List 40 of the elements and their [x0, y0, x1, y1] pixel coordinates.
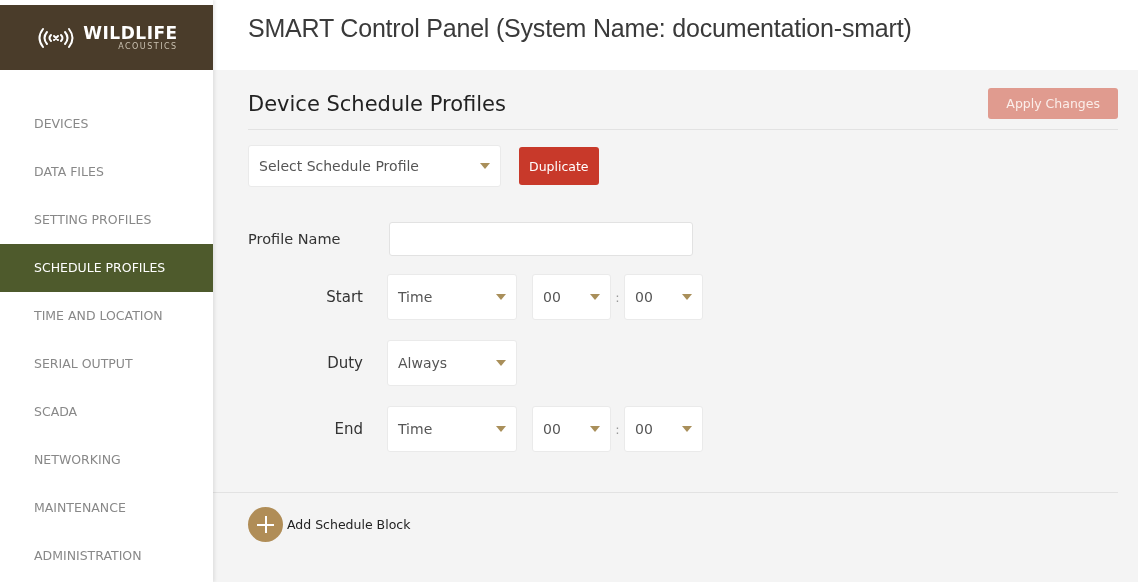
- caret-icon: [496, 360, 506, 366]
- mode-select[interactable]: Time: [387, 274, 517, 320]
- page-title: SMART Control Panel (System Name: documentation-smart): [248, 14, 913, 43]
- field-label: Profile Name: [248, 231, 342, 247]
- sidebar-item[interactable]: SETTING PROFILES: [0, 196, 213, 244]
- sidebar-item[interactable]: DEVICES: [0, 100, 213, 148]
- brand-tagline: ACOUSTICS: [118, 42, 178, 51]
- minute-select[interactable]: 00: [624, 274, 703, 320]
- caret-icon: [590, 426, 600, 432]
- mode-select[interactable]: Time: [387, 406, 517, 452]
- add-icon[interactable]: [248, 507, 283, 542]
- caret-icon: [682, 426, 692, 432]
- caret-icon: [480, 163, 490, 169]
- brand-name: WILDLIFE: [83, 24, 178, 42]
- sidebar-item[interactable]: DATA FILES: [0, 148, 213, 196]
- field-label: Duty: [326, 354, 364, 372]
- minute-select[interactable]: 00: [624, 406, 703, 452]
- section-heading: Device Schedule Profiles: [248, 91, 506, 116]
- caret-icon: [496, 426, 506, 432]
- caret-icon: [496, 294, 506, 300]
- sidebar-item[interactable]: MAINTENANCE: [0, 484, 213, 532]
- caret-icon: [682, 294, 692, 300]
- mode-select[interactable]: Always: [387, 340, 517, 386]
- time-separator: :: [614, 289, 621, 305]
- hour-select[interactable]: 00: [532, 406, 611, 452]
- profile-select[interactable]: Select Schedule Profile: [248, 145, 501, 187]
- field-label: End: [333, 420, 364, 438]
- sidebar-item[interactable]: SERIAL OUTPUT: [0, 340, 213, 388]
- add-schedule-block-link[interactable]: Add Schedule Block: [287, 517, 411, 532]
- sidebar-item[interactable]: ADMINISTRATION: [0, 532, 213, 580]
- sidebar-item[interactable]: SCADA: [0, 388, 213, 436]
- sidebar-item[interactable]: TIME AND LOCATION: [0, 292, 213, 340]
- hour-select[interactable]: 00: [532, 274, 611, 320]
- sidebar-item[interactable]: SCHEDULE PROFILES: [0, 244, 213, 292]
- caret-icon: [590, 294, 600, 300]
- field-label: Start: [325, 288, 364, 306]
- duplicate-button[interactable]: Duplicate: [519, 147, 599, 185]
- profile-name-field[interactable]: [389, 222, 693, 256]
- sidebar-item[interactable]: NETWORKING: [0, 436, 213, 484]
- time-separator: :: [614, 421, 621, 437]
